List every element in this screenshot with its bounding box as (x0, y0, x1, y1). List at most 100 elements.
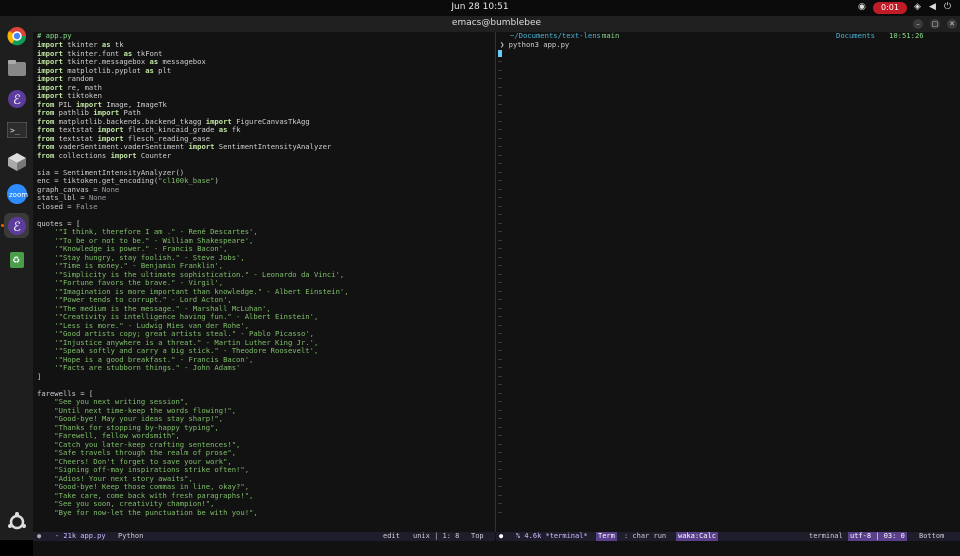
zoom-icon[interactable]: zoom (4, 181, 29, 206)
code-token: ) (214, 176, 219, 185)
files-icon[interactable] (4, 55, 29, 80)
code-line[interactable]: from collections import Counter (37, 150, 495, 161)
empty-line-marker: ~ (498, 422, 503, 432)
empty-line-marker: ~ (498, 201, 503, 211)
empty-line-marker: ~ (498, 176, 503, 185)
chrome-icon[interactable] (4, 23, 29, 48)
svg-text:♻: ♻ (12, 256, 20, 266)
empty-line-marker: ~ (498, 388, 503, 398)
empty-line-marker: ~ (498, 465, 503, 474)
empty-line-marker: ~ (498, 439, 503, 449)
code-line[interactable]: import re, math (37, 83, 495, 93)
empty-line-marker: ~ (498, 133, 503, 143)
code-area[interactable]: import tkinter as tk import tkinter.font … (33, 40, 495, 518)
code-line[interactable]: closed = False (37, 201, 495, 212)
code-token: plt (153, 65, 172, 75)
emacs-active-icon[interactable]: ℰ (4, 213, 29, 238)
empty-line-marker: ~ (498, 65, 503, 75)
box-icon[interactable] (4, 149, 29, 174)
svg-text:ℰ: ℰ (13, 220, 21, 235)
empty-line-marker: ~ (498, 490, 503, 500)
emacs-icon[interactable]: ℰ (4, 86, 29, 111)
code-line[interactable]: stats_lbl = None (37, 193, 495, 203)
emacs-window: emacs@bumblebee – □ ✕ # app.py import tk… (33, 16, 960, 556)
empty-line-marker: ~ (498, 371, 503, 381)
empty-line-marker: ~ (498, 303, 503, 313)
empty-line-marker: ~ (498, 346, 503, 355)
empty-line-marker: ~ (498, 329, 503, 338)
empty-line-marker: ~ (498, 99, 503, 109)
code-line[interactable] (37, 211, 495, 220)
empty-line-marker: ~ (498, 286, 503, 296)
empty-line-marker: ~ (498, 142, 503, 151)
volume-icon[interactable]: ◀ (929, 2, 936, 12)
terminal-pane[interactable]: ~/Documents/text-lens main Documents 10:… (496, 32, 960, 532)
app-grid-icon[interactable] (4, 509, 29, 534)
code-token: fk (227, 125, 241, 134)
empty-line-marker: ~ (498, 507, 503, 517)
empty-line-marker: ~ (498, 456, 503, 466)
empty-line-marker: ~ (498, 431, 503, 440)
empty-line-marker: ~ (498, 252, 503, 262)
empty-line-marker: ~ (498, 184, 503, 194)
empty-line-marker: ~ (498, 227, 503, 236)
editor-pane[interactable]: # app.py import tkinter as tk import tkin… (33, 32, 495, 532)
empty-line-marker: ~ (498, 473, 503, 483)
empty-lines: ~ ~ ~ ~ ~ ~ ~ ~ ~ ~ ~ ~ ~ ~ ~ ~ ~ ~ ~ ~ ~ ~ ~ ~ ~ ~ ~ ~ ~ ~ ~ ~ ~ ~ ~ ~ ~ ~ ~ ~… (496, 57, 960, 517)
code-token: import (110, 150, 137, 160)
top-bar: Jun 28 10:51 0:01 ◈ ◀ ⏻ ◉ (0, 0, 960, 16)
window-title: emacs@bumblebee (451, 18, 542, 28)
minimize-button[interactable]: – (913, 19, 923, 29)
close-button[interactable]: ✕ (947, 19, 957, 29)
empty-line-marker: ~ (498, 261, 503, 270)
prompt-command: python3 app.py (508, 40, 570, 49)
code-line[interactable]: import matplotlib.pyplot as plt (37, 65, 495, 76)
code-token: closed = (37, 201, 76, 211)
echo-area[interactable] (33, 541, 960, 556)
network-icon[interactable]: ◈ (914, 2, 921, 12)
empty-line-marker: ~ (498, 125, 503, 134)
empty-line-marker: ~ (498, 82, 503, 92)
code-token: "cl100k_base" (158, 176, 215, 185)
svg-text:ℰ: ℰ (13, 93, 21, 108)
empty-line-marker: ~ (498, 320, 503, 330)
empty-line-marker: ~ (498, 218, 503, 228)
code-line[interactable]: '"Facts are stubborn things." - John Ada… (37, 363, 495, 373)
empty-line-marker: ~ (498, 354, 503, 364)
time-label: 10:51:26 (889, 32, 924, 40)
prompt-line: ❯ python3 app.py (500, 40, 570, 49)
empty-line-marker: ~ (498, 116, 503, 126)
code-line[interactable]: ] (37, 372, 495, 382)
empty-line-marker: ~ (498, 448, 503, 457)
code-line[interactable]: "Bye for now-let the punctuation be with… (37, 507, 495, 518)
code-line[interactable]: import random (37, 74, 495, 84)
trash-icon[interactable]: ♻ (4, 246, 29, 271)
code-token: "Bye for now-let the punctuation be with… (37, 507, 258, 517)
screen-record-indicator[interactable]: 0:01 (873, 2, 907, 14)
terminal-header: ~/Documents/text-lens main Documents 10:… (496, 32, 960, 41)
empty-line-marker: ~ (498, 159, 503, 168)
code-line[interactable] (37, 381, 495, 390)
empty-line-marker: ~ (498, 278, 503, 287)
empty-line-marker: ~ (498, 405, 503, 415)
empty-line-marker: ~ (498, 295, 503, 304)
code-token: import (188, 142, 215, 151)
code-token: as (145, 65, 154, 75)
power-icon[interactable]: ⏻ (944, 2, 951, 12)
clock[interactable]: Jun 28 10:51 (0, 2, 960, 12)
dir-label: Documents (836, 32, 875, 40)
privacy-icon[interactable]: ◉ (858, 2, 866, 12)
code-token: SentimentIntensityAnalyzer (214, 142, 332, 151)
empty-line-marker: ~ (498, 397, 503, 406)
maximize-button[interactable]: □ (930, 19, 940, 29)
code-token: FigureCanvasTkAgg (231, 116, 310, 126)
empty-line-marker: ~ (498, 482, 503, 491)
path-segment: ~/Documents/text-lens (510, 32, 601, 40)
empty-line-marker: ~ (498, 499, 503, 508)
dock: ℰ >_ zoom ℰ ♻ (0, 16, 33, 540)
git-branch: main (602, 32, 620, 40)
empty-line-marker: ~ (498, 312, 503, 321)
code-token: Counter (136, 150, 172, 160)
code-token: False (75, 201, 98, 211)
terminal-icon[interactable]: >_ (4, 117, 29, 142)
